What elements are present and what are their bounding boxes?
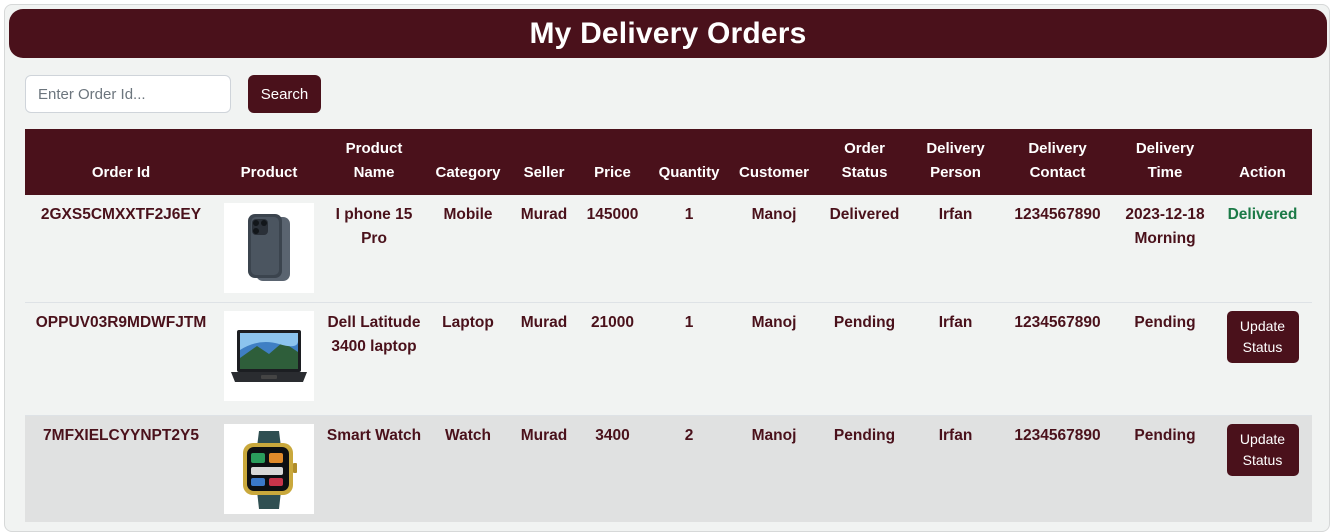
delivery-time-cell: Pending: [1117, 415, 1213, 522]
quantity-cell: 1: [646, 195, 732, 303]
delivery-contact-cell: 1234567890: [998, 302, 1117, 416]
iphone-image: [224, 203, 314, 293]
seller-cell: Murad: [509, 415, 579, 522]
smartwatch-image: [224, 423, 314, 514]
column-header: Product Name: [321, 129, 427, 195]
page-header: My Delivery Orders: [9, 9, 1327, 58]
column-header: Product: [217, 129, 321, 195]
column-header: Delivery Time: [1117, 129, 1213, 195]
delivery-person-cell: Irfan: [913, 302, 998, 416]
price-cell: 145000: [579, 195, 646, 303]
quantity-cell: 2: [646, 415, 732, 522]
delivery-contact-cell: 1234567890: [998, 195, 1117, 303]
customer-cell: Manoj: [732, 195, 816, 303]
customer-cell: Manoj: [732, 415, 816, 522]
table-header-row: Order Id Product Product Name Category S…: [25, 129, 1312, 195]
column-header: Price: [579, 129, 646, 195]
action-cell: Update Status: [1213, 415, 1312, 522]
table-row: 7MFXIELCYYNPT2Y5 Smart Watch Watch Murad…: [25, 415, 1312, 522]
customer-cell: Manoj: [732, 302, 816, 416]
category-cell: Mobile: [427, 195, 509, 303]
update-status-button[interactable]: Update Status: [1226, 310, 1299, 363]
product-image-cell: [217, 415, 321, 522]
update-status-button[interactable]: Update Status: [1226, 423, 1299, 476]
order-id-cell: 2GXS5CMXXTF2J6EY: [25, 195, 217, 303]
product-name-cell: I phone 15 Pro: [321, 195, 427, 303]
page-title: My Delivery Orders: [529, 16, 807, 50]
orders-card: My Delivery Orders Search Order Id Produ…: [4, 4, 1330, 532]
column-header: Quantity: [646, 129, 732, 195]
delivery-person-cell: Irfan: [913, 415, 998, 522]
delivery-person-cell: Irfan: [913, 195, 998, 303]
column-header: Action: [1213, 129, 1312, 195]
order-status-cell: Delivered: [816, 195, 913, 303]
seller-cell: Murad: [509, 195, 579, 303]
product-name-cell: Smart Watch: [321, 415, 427, 522]
order-id-cell: 7MFXIELCYYNPT2Y5: [25, 415, 217, 522]
order-id-cell: OPPUV03R9MDWFJTM: [25, 302, 217, 416]
column-header: Seller: [509, 129, 579, 195]
column-header: Delivery Contact: [998, 129, 1117, 195]
column-header: Order Status: [816, 129, 913, 195]
action-cell: Delivered: [1213, 195, 1312, 303]
category-cell: Laptop: [427, 302, 509, 416]
product-name-cell: Dell Latitude 3400 laptop: [321, 302, 427, 416]
orders-table: Order Id Product Product Name Category S…: [25, 129, 1312, 522]
order-id-search-input[interactable]: [25, 75, 231, 113]
column-header: Customer: [732, 129, 816, 195]
price-cell: 21000: [579, 302, 646, 416]
price-cell: 3400: [579, 415, 646, 522]
column-header: Delivery Person: [913, 129, 998, 195]
action-cell: Update Status: [1213, 302, 1312, 416]
table-row: 2GXS5CMXXTF2J6EY I phone 15 Pro Mobile M…: [25, 195, 1312, 303]
delivery-contact-cell: 1234567890: [998, 415, 1117, 522]
laptop-image: [224, 310, 314, 401]
product-image-cell: [217, 302, 321, 416]
product-image-cell: [217, 195, 321, 303]
column-header: Order Id: [25, 129, 217, 195]
table-row: OPPUV03R9MDWFJTM Dell Latitude 3400 lapt…: [25, 302, 1312, 416]
order-status-cell: Pending: [816, 302, 913, 416]
quantity-cell: 1: [646, 302, 732, 416]
column-header: Category: [427, 129, 509, 195]
delivery-time-cell: Pending: [1117, 302, 1213, 416]
category-cell: Watch: [427, 415, 509, 522]
search-button[interactable]: Search: [248, 75, 321, 113]
delivered-status-text: Delivered: [1227, 206, 1298, 223]
delivery-time-cell: 2023-12-18 Morning: [1117, 195, 1213, 303]
seller-cell: Murad: [509, 302, 579, 416]
order-status-cell: Pending: [816, 415, 913, 522]
